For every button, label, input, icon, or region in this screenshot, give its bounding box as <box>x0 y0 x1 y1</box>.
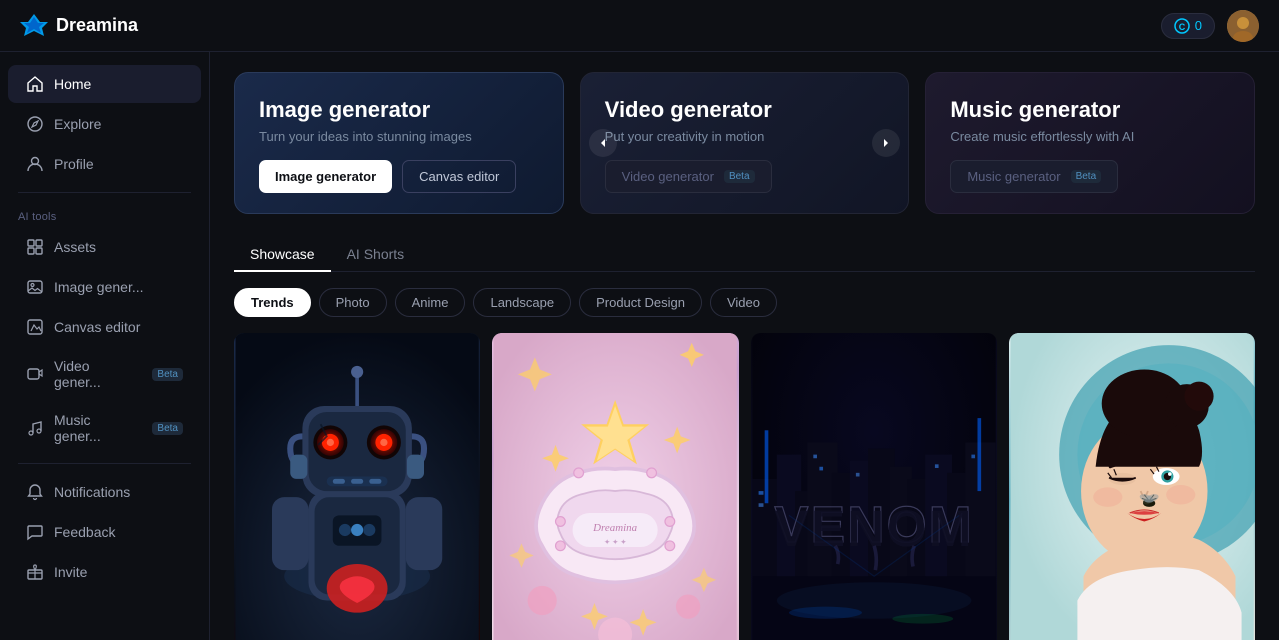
sidebar-item-notifications[interactable]: Notifications <box>8 473 201 511</box>
music-gen-title: Music generator <box>950 97 1230 123</box>
image-generator-button[interactable]: Image generator <box>259 160 392 193</box>
music-beta-badge: Beta <box>152 422 183 435</box>
credits-badge[interactable]: C 0 <box>1161 13 1215 39</box>
music-icon <box>26 419 44 437</box>
sidebar-section-ai-tools: AI tools <box>0 201 209 227</box>
credits-count: 0 <box>1195 18 1202 33</box>
svg-text:✦ ✦ ✦: ✦ ✦ ✦ <box>604 538 626 547</box>
image-generator-card: Image generator Turn your ideas into stu… <box>234 72 564 214</box>
image-grid: Dreamina ✦ ✦ ✦ <box>234 333 1255 640</box>
video-card-beta: Beta <box>724 170 755 183</box>
sidebar-item-canvas[interactable]: Canvas editor <box>8 308 201 346</box>
video-gen-subtitle: Put your creativity in motion <box>605 129 885 144</box>
filter-pills: Trends Photo Anime Landscape Product Des… <box>234 288 1255 317</box>
image-card-portrait[interactable] <box>1009 333 1255 640</box>
main-content: Image generator Turn your ideas into stu… <box>210 52 1279 640</box>
image-gen-subtitle: Turn your ideas into stunning images <box>259 129 539 144</box>
sidebar-item-feedback[interactable]: Feedback <box>8 513 201 551</box>
image-card-robot[interactable] <box>234 333 480 640</box>
topbar-right: C 0 <box>1161 10 1259 42</box>
compass-icon <box>26 115 44 133</box>
filter-trends[interactable]: Trends <box>234 288 311 317</box>
image-icon <box>26 278 44 296</box>
sidebar-item-invite[interactable]: Invite <box>8 553 201 591</box>
video-generator-card: Video generator Put your creativity in m… <box>580 72 910 214</box>
tab-showcase[interactable]: Showcase <box>234 238 331 272</box>
music-gen-buttons: Music generator Beta <box>950 160 1230 193</box>
filter-product-design[interactable]: Product Design <box>579 288 702 317</box>
music-gen-subtitle: Create music effortlessly with AI <box>950 129 1230 144</box>
sidebar-item-explore[interactable]: Explore <box>8 105 201 143</box>
sidebar-item-home[interactable]: Home <box>8 65 201 103</box>
showcase-tabs: Showcase AI Shorts <box>234 238 1255 272</box>
logo-text: Dreamina <box>56 15 138 36</box>
canvas-editor-button[interactable]: Canvas editor <box>402 160 516 193</box>
image-gen-buttons: Image generator Canvas editor <box>259 160 539 193</box>
bell-icon <box>26 483 44 501</box>
video-gen-buttons: Video generator Beta <box>605 160 885 193</box>
music-generator-card: Music generator Create music effortlessl… <box>925 72 1255 214</box>
user-icon <box>26 155 44 173</box>
tab-ai-shorts[interactable]: AI Shorts <box>331 238 421 272</box>
gift-icon <box>26 563 44 581</box>
video-card-next[interactable] <box>872 129 900 157</box>
message-icon <box>26 523 44 541</box>
sidebar-item-music-gen[interactable]: Music gener... Beta <box>8 402 201 454</box>
filter-photo[interactable]: Photo <box>319 288 387 317</box>
video-generator-button[interactable]: Video generator Beta <box>605 160 772 193</box>
sidebar-item-profile[interactable]: Profile <box>8 145 201 183</box>
sidebar-item-image-gen[interactable]: Image gener... <box>8 268 201 306</box>
coin-icon: C <box>1174 18 1190 34</box>
dreamina-logo-icon <box>20 12 48 40</box>
sidebar-item-assets[interactable]: Assets <box>8 228 201 266</box>
filter-video[interactable]: Video <box>710 288 777 317</box>
user-avatar[interactable] <box>1227 10 1259 42</box>
grid-icon <box>26 238 44 256</box>
svg-text:C: C <box>1179 22 1186 32</box>
topbar: Dreamina C 0 <box>0 0 1279 52</box>
svg-text:Dreamina: Dreamina <box>592 522 637 534</box>
image-card-venom[interactable]: VENOM VENOM VENOM <box>751 333 997 640</box>
layout: Home Explore Profile AI tools <box>0 52 1279 640</box>
home-icon <box>26 75 44 93</box>
video-beta-badge: Beta <box>152 368 183 381</box>
video-card-prev[interactable] <box>589 129 617 157</box>
filter-landscape[interactable]: Landscape <box>473 288 571 317</box>
video-gen-title: Video generator <box>605 97 885 123</box>
sidebar: Home Explore Profile AI tools <box>0 52 210 640</box>
music-card-beta: Beta <box>1071 170 1102 183</box>
filter-anime[interactable]: Anime <box>395 288 466 317</box>
video-icon <box>26 365 44 383</box>
music-generator-button[interactable]: Music generator Beta <box>950 160 1118 193</box>
image-gen-title: Image generator <box>259 97 539 123</box>
sidebar-item-video-gen[interactable]: Video gener... Beta <box>8 348 201 400</box>
sidebar-divider-1 <box>18 192 191 193</box>
canvas-icon <box>26 318 44 336</box>
image-card-dreamina[interactable]: Dreamina ✦ ✦ ✦ <box>492 333 738 640</box>
sidebar-divider-2 <box>18 463 191 464</box>
generator-cards: Image generator Turn your ideas into stu… <box>234 72 1255 214</box>
logo[interactable]: Dreamina <box>20 12 138 40</box>
